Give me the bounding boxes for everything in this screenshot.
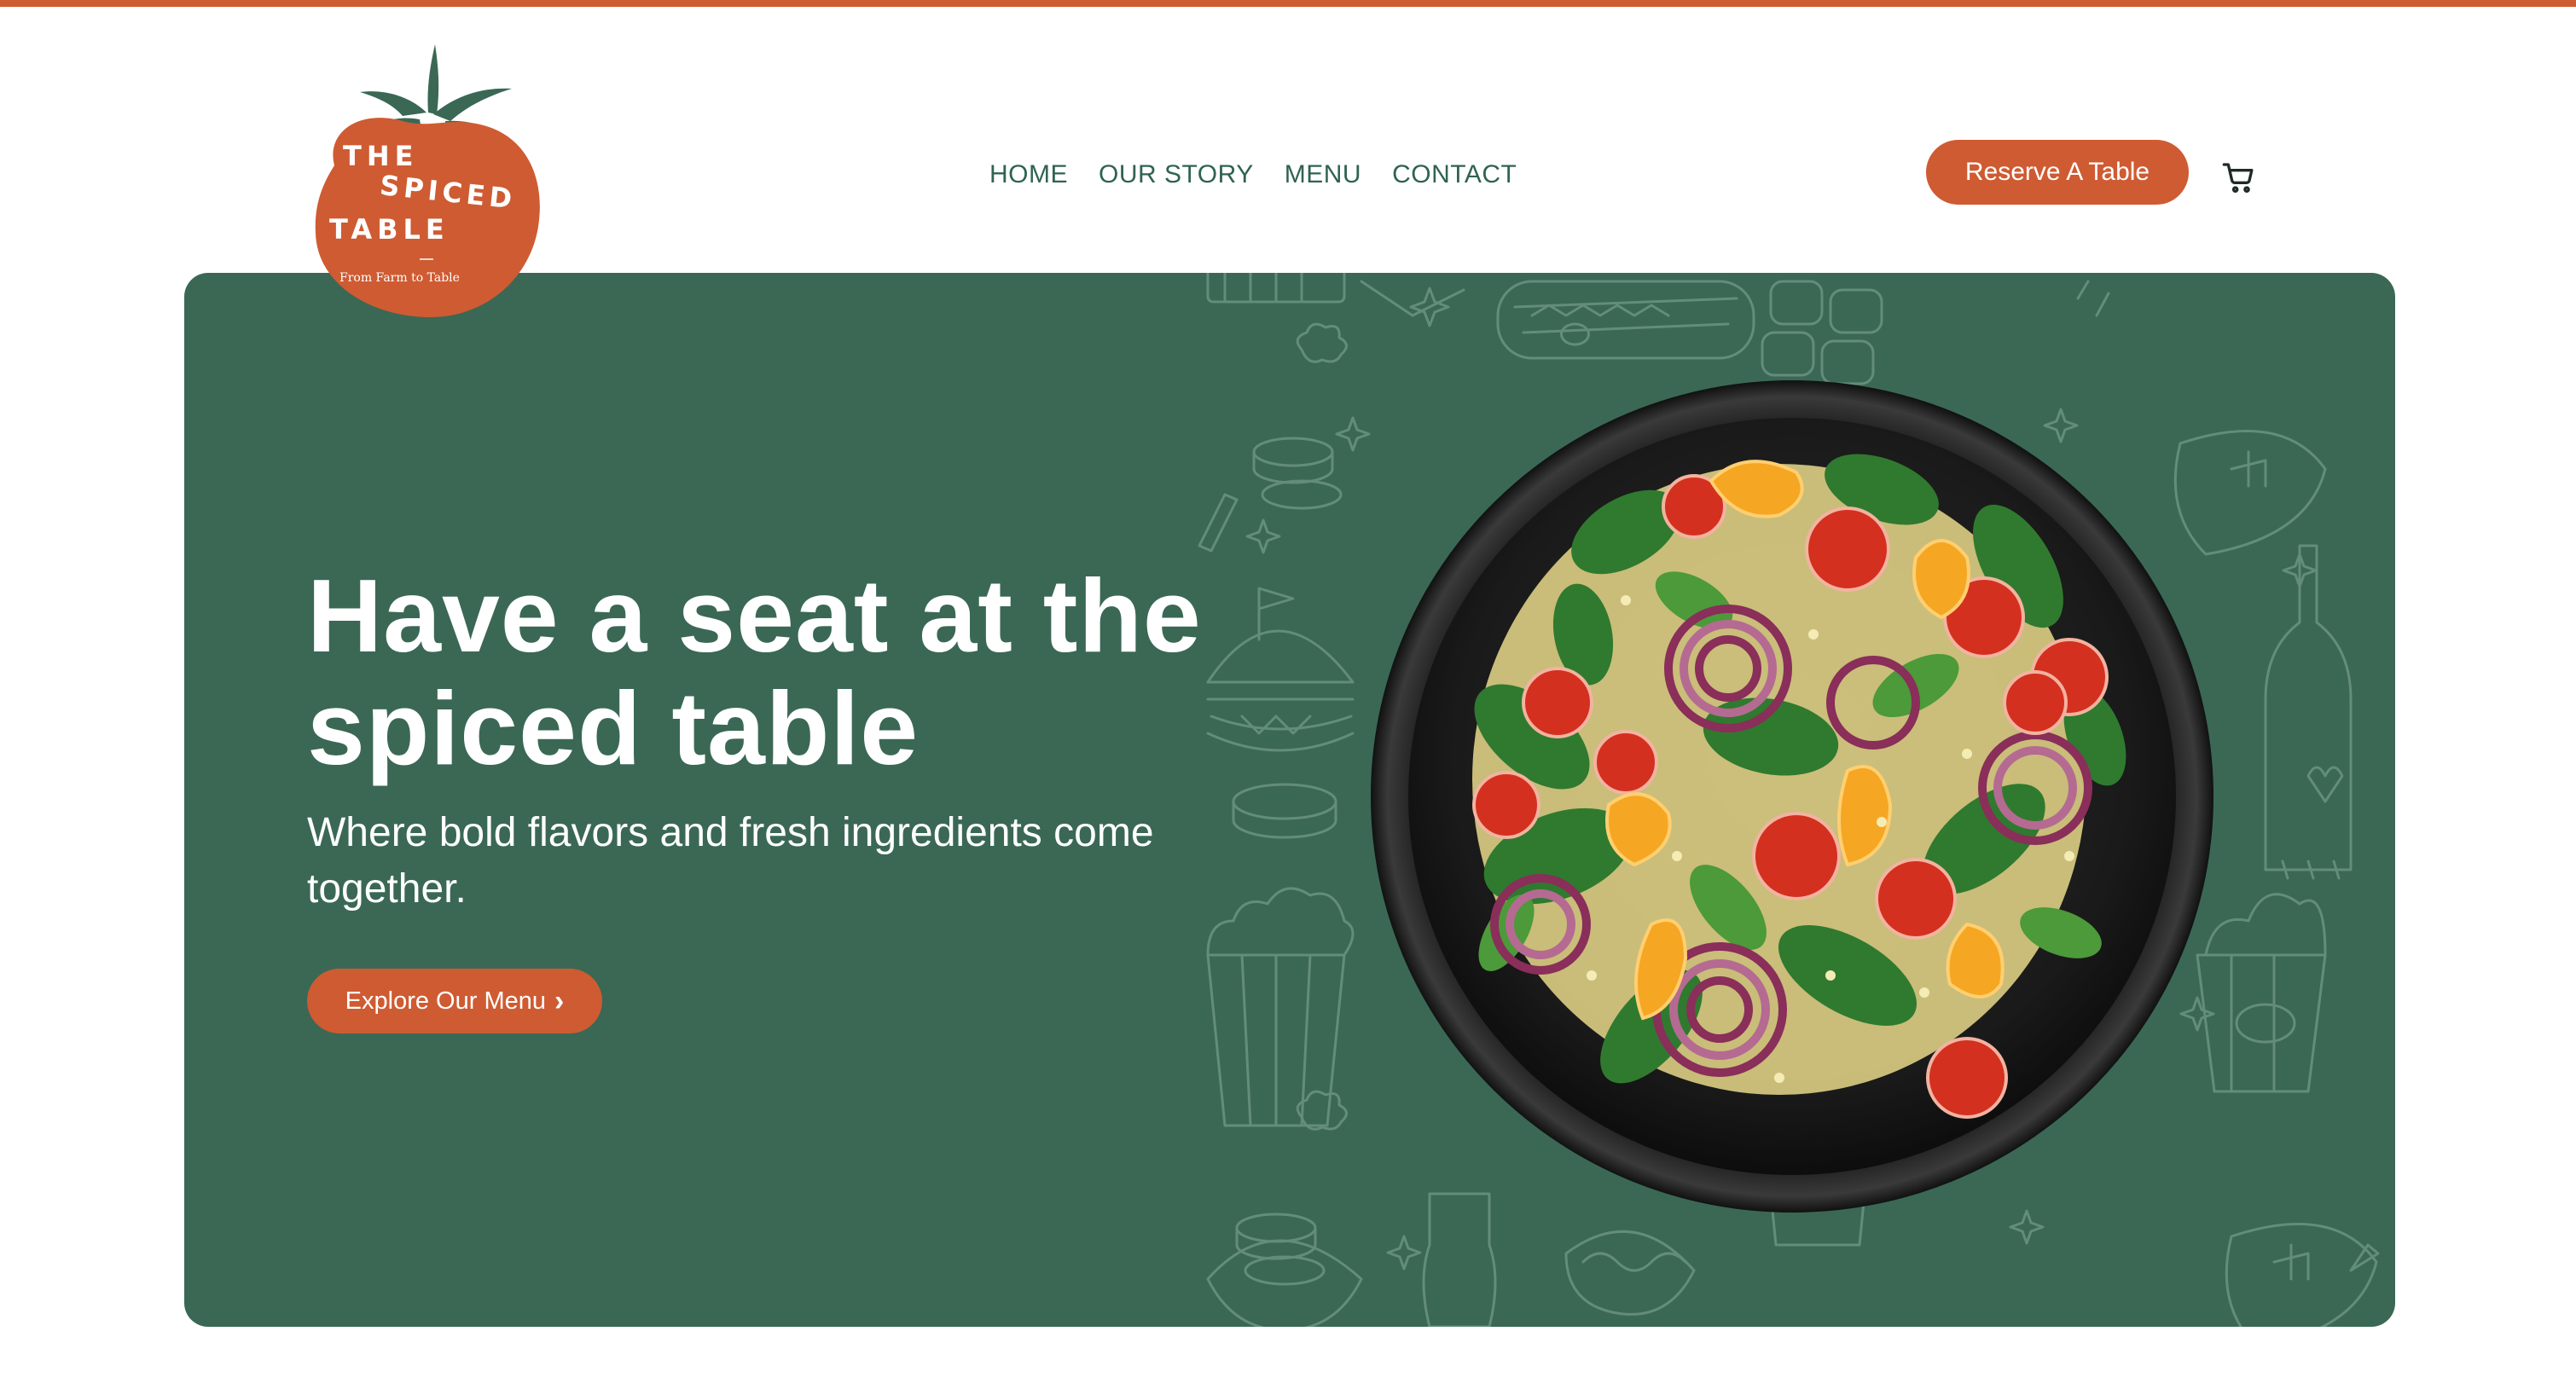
explore-menu-button[interactable]: Explore Our Menu › <box>307 969 602 1033</box>
main-nav: HOME OUR STORY MENU CONTACT <box>989 160 1517 189</box>
tomato-logo-icon: THE SPICED TABLE From Farm to Table <box>315 44 540 318</box>
reserve-table-button[interactable]: Reserve A Table <box>1926 140 2189 205</box>
chevron-right-icon: › <box>554 985 565 1017</box>
site-logo[interactable]: THE SPICED TABLE From Farm to Table <box>300 38 548 319</box>
site-header: THE SPICED TABLE From Farm to Table HOME… <box>0 7 2576 318</box>
nav-contact[interactable]: CONTACT <box>1392 160 1517 189</box>
nav-home[interactable]: HOME <box>989 160 1068 189</box>
logo-line3: TABLE <box>329 213 450 246</box>
logo-line1: THE <box>343 140 418 172</box>
nav-our-story[interactable]: OUR STORY <box>1099 160 1254 189</box>
salad-bowl-image <box>1370 379 2214 1214</box>
explore-menu-label: Explore Our Menu <box>345 987 546 1015</box>
logo-tagline: From Farm to Table <box>339 271 460 285</box>
nav-menu[interactable]: MENU <box>1285 160 1361 189</box>
cart-icon[interactable] <box>2221 160 2255 194</box>
hero-headline: Have a seat at the spiced table <box>307 558 1202 786</box>
hero-section: Have a seat at the spiced table Where bo… <box>184 273 2395 1327</box>
top-accent-bar <box>0 0 2576 7</box>
hero-subheadline: Where bold flavors and fresh ingredients… <box>307 810 1154 912</box>
